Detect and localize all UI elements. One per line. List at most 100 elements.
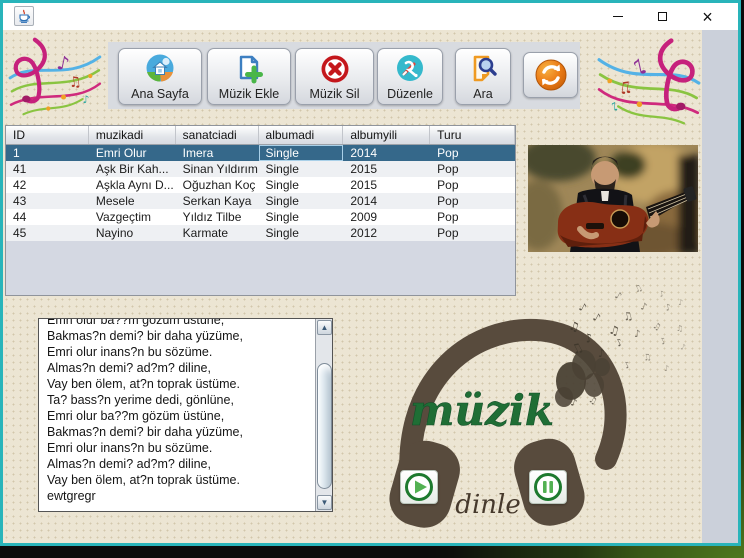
table-cell[interactable]: Single [259, 209, 344, 225]
music-table[interactable]: IDmuzikadisanatciadialbumadialbumyiliTur… [5, 125, 516, 296]
music-note-icon: ♫ [676, 324, 683, 333]
lyric-line: Emri olur ba??m gözüm üstüne, [47, 319, 311, 328]
add-music-button[interactable]: Müzik Ekle [207, 48, 291, 105]
home-button[interactable]: Ana Sayfa [118, 48, 202, 105]
table-column-header[interactable]: sanatciadi [176, 126, 259, 144]
table-row[interactable]: 1Emri OlurImeraSingle2014Pop [6, 145, 515, 161]
table-column-header[interactable]: muzikadi [89, 126, 176, 144]
table-cell[interactable]: Imera [176, 145, 259, 161]
table-cell[interactable]: Pop [430, 225, 515, 241]
table-row[interactable]: 45NayinoKarmateSingle2012Pop [6, 225, 515, 241]
lyric-line: Almas?n demi? ad?m? diline, [47, 360, 311, 376]
table-cell[interactable]: Serkan Kaya [176, 193, 259, 209]
table-cell[interactable]: 2009 [343, 209, 430, 225]
table-cell[interactable]: Aşkla Aynı D... [89, 177, 176, 193]
music-note-icon: ♫ [642, 352, 652, 364]
table-cell[interactable]: Emri Olur [89, 145, 176, 161]
table-cell[interactable]: Oğuzhan Koç [176, 177, 259, 193]
table-cell[interactable]: 2015 [343, 177, 430, 193]
table-cell[interactable]: 41 [6, 161, 89, 177]
music-note-icon: ♪ [664, 364, 669, 373]
music-note-icon: ♪ [598, 347, 605, 360]
lyrics-text[interactable]: Emri olur ba??m gözüm üstüne,Bakmas?n de… [39, 319, 315, 511]
table-cell[interactable]: 2014 [343, 193, 430, 209]
lyric-line: Vay ben ölem, at?n toprak üstüme. [47, 376, 311, 392]
table-cell[interactable]: Aşk Bir Kah... [89, 161, 176, 177]
muzik-word: müzik [410, 386, 554, 435]
svg-text:♫: ♫ [68, 74, 83, 92]
table-row[interactable]: 42Aşkla Aynı D...Oğuzhan KoçSingle2015Po… [6, 177, 515, 193]
table-body: 1Emri OlurImeraSingle2014Pop41Aşk Bir Ka… [6, 145, 515, 241]
pause-button[interactable] [529, 470, 567, 504]
headphones-artwork: ♫♪♪♫♪♪♫♪♪♫♪♪♫♪♪♫♪♪♫♪♪♫♪♪♫ müzik dinle [378, 285, 690, 546]
lyrics-textarea[interactable]: Emri olur ba??m gözüm üstüne,Bakmas?n de… [38, 318, 333, 512]
table-cell[interactable]: Pop [430, 161, 515, 177]
music-note-icon: ♪ [664, 303, 672, 314]
table-cell[interactable]: Pop [430, 145, 515, 161]
table-cell[interactable]: 2015 [343, 161, 430, 177]
table-cell[interactable]: Pop [430, 209, 515, 225]
maximize-icon [658, 12, 667, 21]
table-column-header[interactable]: albumadi [259, 126, 344, 144]
minimize-button[interactable] [595, 3, 640, 30]
music-note-icon: ♪ [613, 290, 624, 303]
music-note-icon: ♫ [633, 285, 645, 296]
table-cell[interactable]: Single [259, 177, 344, 193]
table-cell[interactable]: 1 [6, 145, 89, 161]
table-cell[interactable]: Pop [430, 177, 515, 193]
lyric-line: ewtgregr [47, 488, 311, 504]
table-cell[interactable]: Vazgeçtim [89, 209, 176, 225]
pause-icon [533, 472, 563, 502]
table-cell[interactable]: 2014 [343, 145, 430, 161]
tools-icon [395, 53, 425, 83]
table-cell[interactable]: Yıldız Tilbe [176, 209, 259, 225]
music-note-icon: ♪ [659, 336, 669, 348]
table-cell[interactable]: Nayino [89, 225, 176, 241]
table-cell[interactable]: Sinan Yıldırım [176, 161, 259, 177]
scrollbar-up-button[interactable]: ▲ [317, 320, 332, 335]
table-cell[interactable]: 2012 [343, 225, 430, 241]
table-cell[interactable]: Single [259, 225, 344, 241]
search-button[interactable]: Ara [455, 48, 511, 105]
lyrics-scrollbar[interactable]: ▲ ▼ [315, 319, 332, 511]
title-bar[interactable]: × [3, 3, 738, 30]
java-app-icon [14, 6, 34, 26]
table-row[interactable]: 44VazgeçtimYıldız TilbeSingle2009Pop [6, 209, 515, 225]
svg-text:♪: ♪ [611, 100, 618, 114]
delete-music-button[interactable]: Müzik Sil [295, 48, 374, 105]
table-row[interactable]: 41Aşk Bir Kah...Sinan YıldırımSingle2015… [6, 161, 515, 177]
table-column-header[interactable]: Turu [430, 126, 515, 144]
add-document-icon [233, 53, 265, 85]
music-note-icon: ♪ [634, 329, 640, 340]
music-note-icon: ♪ [680, 342, 687, 352]
close-button[interactable]: × [685, 3, 730, 30]
guitarist-photo [528, 145, 698, 252]
table-cell[interactable]: Karmate [176, 225, 259, 241]
table-cell[interactable]: 42 [6, 177, 89, 193]
scrollbar-down-button[interactable]: ▼ [317, 495, 332, 510]
svg-text:♪: ♪ [83, 94, 90, 106]
table-column-header[interactable]: ID [6, 126, 89, 144]
lyric-line: Emri olur inans?n bu sözüme. [47, 440, 311, 456]
table-cell[interactable]: 45 [6, 225, 89, 241]
lyric-line: Bakmas?n demi? bir daha yüzüme, [47, 328, 311, 344]
table-cell[interactable]: Single [259, 161, 344, 177]
home-icon [145, 53, 175, 83]
play-button[interactable] [400, 470, 438, 504]
edit-button[interactable]: Düzenle [377, 48, 443, 105]
table-column-header[interactable]: albumyili [343, 126, 430, 144]
table-cell[interactable]: 44 [6, 209, 89, 225]
minimize-icon [613, 16, 623, 17]
table-header-row: IDmuzikadisanatciadialbumadialbumyiliTur… [6, 126, 515, 145]
table-cell[interactable]: Mesele [89, 193, 176, 209]
table-cell[interactable]: 43 [6, 193, 89, 209]
home-button-label: Ana Sayfa [131, 87, 189, 101]
table-cell[interactable]: Single [259, 145, 344, 161]
maximize-button[interactable] [640, 3, 685, 30]
table-cell[interactable]: Pop [430, 193, 515, 209]
scrollbar-thumb[interactable] [317, 363, 332, 489]
refresh-button[interactable] [523, 52, 578, 98]
svg-text:♪: ♪ [55, 51, 72, 76]
table-cell[interactable]: Single [259, 193, 344, 209]
table-row[interactable]: 43MeseleSerkan KayaSingle2014Pop [6, 193, 515, 209]
